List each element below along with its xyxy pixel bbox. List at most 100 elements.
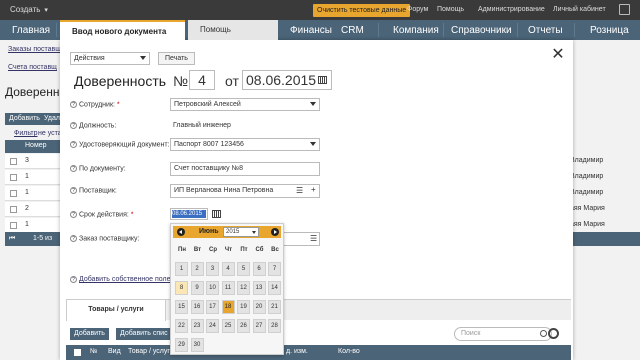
nav-item-company[interactable]: Компания bbox=[393, 25, 439, 36]
gear-icon[interactable] bbox=[548, 328, 559, 339]
filter-link[interactable]: Фильтр bbox=[14, 130, 38, 137]
calendar-day[interactable]: 13 bbox=[252, 281, 266, 295]
row-checkbox[interactable] bbox=[10, 206, 17, 213]
add-custom-field-link[interactable]: ? Добавить собственное поле bbox=[70, 276, 171, 283]
row-checkbox[interactable] bbox=[10, 174, 17, 181]
search-icon[interactable] bbox=[540, 330, 547, 337]
nav-item-retail[interactable]: Розница bbox=[590, 25, 629, 36]
list-icon[interactable]: ☰ bbox=[310, 234, 317, 243]
list-icon[interactable]: ☰ bbox=[296, 186, 303, 195]
calendar-day[interactable]: 22 bbox=[175, 319, 188, 333]
row-owner: аяя Мария bbox=[570, 205, 605, 212]
calendar-day[interactable]: 24 bbox=[206, 319, 219, 333]
help-icon[interactable]: ? bbox=[70, 276, 77, 283]
calendar-day[interactable]: 28 bbox=[268, 319, 281, 333]
calendar-day[interactable]: 3 bbox=[206, 262, 219, 276]
calendar-day[interactable]: 30 bbox=[190, 338, 204, 352]
actions-select[interactable]: Действия bbox=[70, 52, 150, 65]
help-icon[interactable]: ? bbox=[70, 122, 77, 129]
administration-link[interactable]: Администрирование bbox=[478, 6, 545, 13]
table-row[interactable]: 1 bbox=[5, 218, 65, 233]
calendar-day[interactable]: 14 bbox=[268, 281, 281, 295]
calendar-icon[interactable] bbox=[318, 76, 327, 84]
calendar-day[interactable]: 25 bbox=[221, 319, 235, 333]
row-number: 3 bbox=[25, 157, 29, 164]
calendar-day[interactable]: 7 bbox=[268, 262, 281, 276]
year-select[interactable]: 2015 bbox=[223, 227, 259, 237]
help-icon[interactable]: ? bbox=[70, 165, 77, 172]
calendar-day[interactable]: 20 bbox=[252, 300, 266, 314]
clear-test-data-button[interactable]: Очистить тестовые данные bbox=[313, 4, 411, 17]
calendar-day[interactable]: 6 bbox=[252, 262, 266, 276]
tab-goods-services[interactable]: Товары / услуги bbox=[66, 299, 166, 321]
calendar-day[interactable]: 16 bbox=[190, 300, 204, 314]
goods-search-input[interactable]: Поиск bbox=[454, 327, 552, 341]
table-row[interactable]: 1 bbox=[5, 186, 65, 201]
column-goods: Товар / услуг bbox=[128, 348, 170, 355]
calendar-day[interactable]: 29 bbox=[175, 338, 188, 352]
calendar-day[interactable]: 17 bbox=[206, 300, 219, 314]
document-date-field[interactable]: 08.06.2015 bbox=[242, 70, 332, 90]
nav-item-finance[interactable]: Финансы bbox=[290, 25, 332, 36]
goods-add-list-button[interactable]: Добавить спис bbox=[116, 328, 172, 340]
row-checkbox[interactable] bbox=[10, 222, 17, 229]
create-menu[interactable]: Создать ▾ bbox=[10, 5, 48, 14]
calendar-day[interactable]: 8 bbox=[175, 281, 188, 295]
first-page-icon[interactable]: ⏮ bbox=[9, 235, 15, 243]
exit-icon[interactable] bbox=[619, 4, 630, 15]
help-icon[interactable]: ? bbox=[70, 235, 77, 242]
column-number: Номер bbox=[25, 142, 47, 149]
table-row[interactable]: 2 bbox=[5, 202, 65, 217]
nav-item-crm[interactable]: CRM bbox=[341, 25, 364, 36]
help-icon[interactable]: ? bbox=[70, 211, 77, 218]
id-document-value: Паспорт 8007 123456 bbox=[174, 141, 244, 148]
supplier-orders-link[interactable]: Заказы поставщ bbox=[8, 46, 61, 53]
nav-item-directories[interactable]: Справочники bbox=[451, 25, 512, 36]
row-checkbox[interactable] bbox=[10, 190, 17, 197]
tab-new-document[interactable]: Ввод нового документа bbox=[60, 20, 185, 40]
calendar-day[interactable]: 10 bbox=[206, 281, 219, 295]
row-checkbox[interactable] bbox=[10, 158, 17, 165]
plus-icon[interactable]: + bbox=[311, 185, 316, 194]
calendar-day[interactable]: 1 bbox=[175, 262, 188, 276]
calendar-day[interactable]: 5 bbox=[237, 262, 250, 276]
calendar-day-selected[interactable]: 18 bbox=[221, 300, 235, 314]
nav-item-home[interactable]: Главная bbox=[12, 25, 50, 36]
weekday-label: Пт bbox=[240, 247, 248, 253]
add-button[interactable]: Добавить bbox=[5, 113, 44, 125]
nav-item-reports[interactable]: Отчеты bbox=[528, 25, 563, 36]
goods-add-button[interactable]: Добавить bbox=[70, 328, 109, 340]
by-document-field[interactable]: Счет поставщику №8 bbox=[170, 162, 320, 176]
personal-cabinet-link[interactable]: Личный кабинет bbox=[553, 6, 606, 13]
help-icon[interactable]: ? bbox=[70, 141, 77, 148]
calendar-day[interactable]: 15 bbox=[175, 300, 188, 314]
calendar-day[interactable]: 9 bbox=[190, 281, 204, 295]
select-all-checkbox[interactable] bbox=[74, 349, 81, 356]
print-button[interactable]: Печать bbox=[158, 52, 195, 65]
prev-month-icon[interactable] bbox=[177, 228, 185, 236]
help-icon[interactable]: ? bbox=[70, 101, 77, 108]
next-month-icon[interactable] bbox=[271, 228, 279, 236]
calendar-day[interactable]: 27 bbox=[252, 319, 266, 333]
calendar-day[interactable]: 2 bbox=[190, 262, 204, 276]
document-number-field[interactable]: 4 bbox=[189, 70, 215, 90]
tab-help[interactable]: Помощь bbox=[188, 20, 278, 40]
forum-link[interactable]: Форум bbox=[407, 6, 428, 13]
help-link[interactable]: Помощь bbox=[437, 6, 464, 13]
calendar-day[interactable]: 19 bbox=[237, 300, 250, 314]
table-row[interactable]: 1 bbox=[5, 170, 65, 185]
calendar-icon[interactable] bbox=[212, 210, 221, 218]
calendar-day[interactable]: 12 bbox=[237, 281, 250, 295]
employee-select[interactable]: Петровский Алексей bbox=[170, 98, 320, 111]
id-document-select[interactable]: Паспорт 8007 123456 bbox=[170, 138, 320, 151]
calendar-day[interactable]: 26 bbox=[237, 319, 250, 333]
calendar-day[interactable]: 11 bbox=[221, 281, 235, 295]
calendar-day[interactable]: 4 bbox=[221, 262, 235, 276]
close-icon[interactable]: ✕ bbox=[551, 47, 565, 63]
supplier-invoices-link[interactable]: Счета поставщ bbox=[8, 64, 57, 71]
calendar-day[interactable]: 21 bbox=[268, 300, 281, 314]
table-row[interactable]: 3 bbox=[5, 154, 65, 169]
validity-date-field[interactable]: 08.06.2015 bbox=[170, 208, 208, 220]
help-icon[interactable]: ? bbox=[70, 187, 77, 194]
calendar-day[interactable]: 23 bbox=[190, 319, 204, 333]
